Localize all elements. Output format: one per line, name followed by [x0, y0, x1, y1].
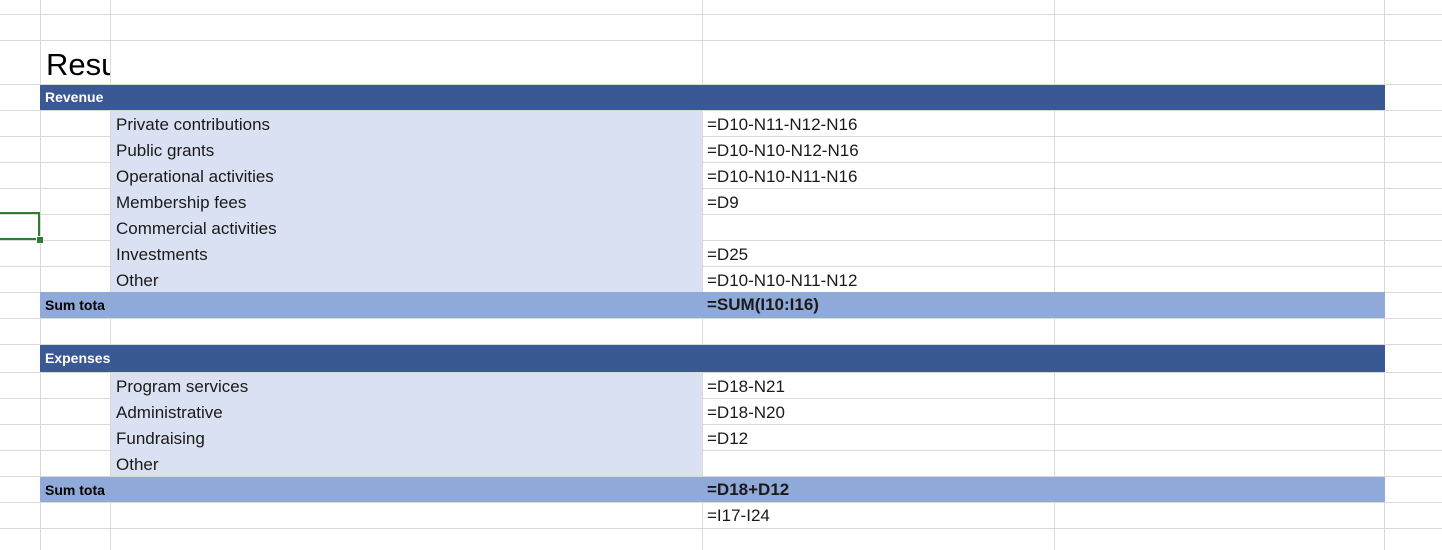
revenue-formula-cell[interactable] [707, 216, 1047, 242]
revenue-label-cell[interactable]: Membership fees [116, 190, 696, 216]
expenses-label-cell[interactable]: Program services [116, 374, 696, 400]
grid-row-line [0, 318, 1442, 319]
revenue-header-row[interactable] [40, 85, 1385, 110]
expenses-formula-cell[interactable] [707, 452, 1047, 478]
grid-col-line [1384, 0, 1385, 550]
revenue-label-cell[interactable]: Other [116, 268, 696, 294]
grid-col-line [702, 0, 703, 550]
expenses-label-cell[interactable]: Other [116, 452, 696, 478]
revenue-formula-cell[interactable]: =D10-N10-N11-N16 [707, 164, 1047, 190]
revenue-formula-cell[interactable]: =D10-N10-N12-N16 [707, 138, 1047, 164]
expenses-sum-formula[interactable]: =D18+D12 [707, 477, 1047, 503]
revenue-label-cell[interactable]: Commercial activities [116, 216, 696, 242]
revenue-label-cell[interactable]: Investments [116, 242, 696, 268]
expenses-header-cell[interactable]: Expenses [45, 345, 110, 371]
revenue-header-cell[interactable]: Revenue [45, 84, 110, 110]
sheet-title[interactable]: Resu [46, 46, 110, 84]
grid-row-line [0, 40, 1442, 41]
revenue-formula-cell[interactable]: =D10-N11-N12-N16 [707, 112, 1047, 138]
revenue-formula-cell[interactable]: =D10-N10-N11-N12 [707, 268, 1047, 294]
result-formula-cell[interactable]: =I17-I24 [707, 503, 1047, 529]
revenue-label-cell[interactable]: Private contributions [116, 112, 696, 138]
expenses-label-cell[interactable]: Administrative [116, 400, 696, 426]
grid-row-line [0, 14, 1442, 15]
active-cell-selection[interactable] [0, 212, 40, 240]
revenue-label-cell[interactable]: Public grants [116, 138, 696, 164]
revenue-sum-label[interactable]: Sum tota [45, 292, 110, 318]
expenses-formula-cell[interactable]: =D18-N20 [707, 400, 1047, 426]
grid-col-line [40, 0, 41, 550]
expenses-label-cell[interactable]: Fundraising [116, 426, 696, 452]
revenue-sum-formula[interactable]: =SUM(I10:I16) [707, 292, 1047, 318]
revenue-formula-cell[interactable]: =D25 [707, 242, 1047, 268]
fill-handle[interactable] [36, 236, 44, 244]
revenue-formula-cell[interactable]: =D9 [707, 190, 1047, 216]
expenses-formula-cell[interactable]: =D18-N21 [707, 374, 1047, 400]
expenses-header-row[interactable] [40, 345, 1385, 372]
expenses-sum-label[interactable]: Sum tota [45, 477, 110, 503]
grid-col-line [1054, 0, 1055, 550]
expenses-formula-cell[interactable]: =D12 [707, 426, 1047, 452]
revenue-label-cell[interactable]: Operational activities [116, 164, 696, 190]
